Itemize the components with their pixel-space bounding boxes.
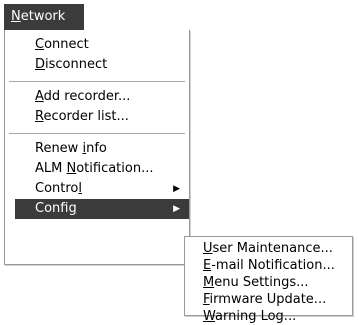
config-accel: g xyxy=(68,201,77,216)
connect-label: onnect xyxy=(44,37,89,52)
menu-item-connect[interactable]: Connect xyxy=(5,35,189,55)
submenu-arrow-icon: ▶ xyxy=(173,204,180,214)
config-prefix: Confi xyxy=(35,201,69,216)
menu-settings-accel: M xyxy=(203,275,215,290)
disconnect-accel: D xyxy=(35,57,46,72)
submenu-item-menu-settings[interactable]: Menu Settings... xyxy=(185,274,352,291)
email-notification-accel: E xyxy=(203,258,212,273)
recorder-list-label: ecorder list... xyxy=(43,109,129,124)
alm-notification-prefix: ALM xyxy=(35,161,67,176)
warning-log-accel: W xyxy=(203,309,216,324)
user-maintenance-label: ser Maintenance... xyxy=(212,241,333,256)
warning-log-label: arning Log... xyxy=(215,309,297,324)
menu-item-renew-info[interactable]: Renew info xyxy=(5,139,189,159)
email-notification-label: -mail Notification... xyxy=(211,258,335,273)
menu-item-recorder-list[interactable]: Recorder list... xyxy=(5,107,189,127)
add-recorder-accel: A xyxy=(35,89,44,104)
menu-item-config[interactable]: Config ▶ xyxy=(15,199,189,219)
control-accel: l xyxy=(78,181,83,196)
submenu-item-firmware-update[interactable]: Firmware Update... xyxy=(185,291,352,308)
renew-info-prefix: Renew xyxy=(35,141,83,156)
alm-notification-label: otification... xyxy=(76,161,154,176)
control-prefix: Contro xyxy=(35,181,79,196)
network-menu: Connect Disconnect Add recorder... Recor… xyxy=(4,30,190,265)
menu-item-disconnect[interactable]: Disconnect xyxy=(5,55,189,75)
connect-accel: C xyxy=(35,37,45,52)
menu-item-add-recorder[interactable]: Add recorder... xyxy=(5,87,189,107)
menu-separator xyxy=(9,133,185,134)
menubar-network-label: etwork xyxy=(20,9,66,24)
renew-info-label: nfo xyxy=(86,141,107,156)
config-submenu: User Maintenance... E-mail Notification.… xyxy=(184,236,353,324)
submenu-item-email-notification[interactable]: E-mail Notification... xyxy=(185,257,352,274)
menubar-network-accel: N xyxy=(11,9,21,24)
firmware-update-label: irmware Update... xyxy=(209,292,327,307)
user-maintenance-accel: U xyxy=(203,241,213,256)
alm-notification-accel: N xyxy=(66,161,77,176)
add-recorder-label: dd recorder... xyxy=(43,89,131,104)
menu-item-control[interactable]: Control ▶ xyxy=(5,179,189,199)
menu-settings-label: enu Settings... xyxy=(214,275,309,290)
menu-separator xyxy=(9,81,185,82)
submenu-item-user-maintenance[interactable]: User Maintenance... xyxy=(185,240,352,257)
menubar-network[interactable]: Network xyxy=(4,4,84,30)
submenu-arrow-icon: ▶ xyxy=(173,184,180,194)
disconnect-label: isconnect xyxy=(45,57,108,72)
menu-item-alm-notification[interactable]: ALM Notification... xyxy=(5,159,189,179)
submenu-item-warning-log[interactable]: Warning Log... xyxy=(185,308,352,325)
